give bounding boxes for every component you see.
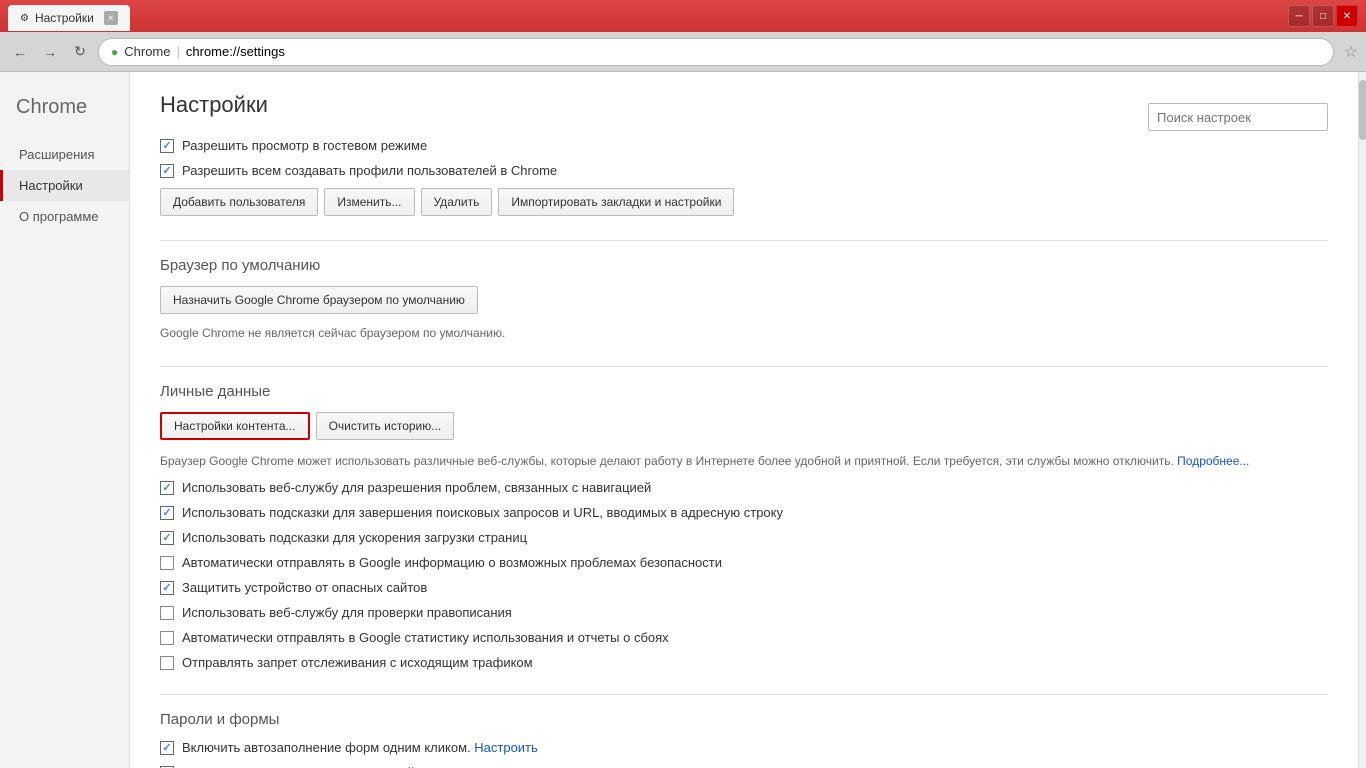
checkbox-guest-mode: Разрешить просмотр в гостевом режиме	[160, 138, 1328, 153]
personal-data-title: Личные данные	[160, 383, 1328, 400]
cb-autofill-label: Включить автозаполнение форм одним клико…	[182, 740, 538, 755]
tab-favicon: ⚙	[20, 13, 29, 24]
search-box	[1148, 103, 1328, 131]
scrollbar[interactable]	[1358, 72, 1366, 768]
passwords-section: Пароли и формы Включить автозаполнение ф…	[160, 711, 1328, 768]
cb-autofill-input[interactable]	[160, 741, 174, 755]
divider-2	[160, 366, 1328, 367]
search-input[interactable]	[1148, 103, 1328, 131]
main-settings-area: Настройки Разрешить просмотр в гостевом …	[130, 72, 1358, 768]
cb-page-prefetch: Использовать подсказки для ускорения заг…	[160, 530, 1328, 545]
checkbox-create-profiles-input[interactable]	[160, 164, 174, 178]
cb-usage-stats: Автоматически отправлять в Google статис…	[160, 630, 1328, 645]
sidebar-item-settings[interactable]: Настройки	[0, 170, 129, 201]
maximize-button[interactable]: □	[1312, 5, 1334, 27]
users-section: Разрешить просмотр в гостевом режиме Раз…	[160, 138, 1328, 216]
cb-page-prefetch-label: Использовать подсказки для ускорения заг…	[182, 530, 527, 545]
url-input[interactable]	[186, 44, 1321, 59]
address-bar[interactable]: ● Chrome |	[98, 38, 1334, 66]
import-bookmarks-button[interactable]: Импортировать закладки и настройки	[498, 188, 734, 216]
bookmark-star-icon[interactable]: ☆	[1344, 42, 1358, 62]
page-content: Chrome Расширения Настройки О программе …	[0, 72, 1366, 768]
reload-button[interactable]: ↻	[68, 40, 92, 64]
cb-security-info: Автоматически отправлять в Google информ…	[160, 555, 1328, 570]
autofill-settings-link[interactable]: Настроить	[474, 740, 538, 755]
divider-1	[160, 240, 1328, 241]
window-controls: ─ □ ✕	[1288, 5, 1358, 27]
forward-button[interactable]: →	[38, 40, 62, 64]
cb-dnt-input[interactable]	[160, 656, 174, 670]
edit-user-button[interactable]: Изменить...	[324, 188, 414, 216]
cb-usage-stats-label: Автоматически отправлять в Google статис…	[182, 630, 669, 645]
sidebar-item-about[interactable]: О программе	[0, 201, 129, 232]
set-default-browser-button[interactable]: Назначить Google Chrome браузером по умо…	[160, 286, 478, 314]
cb-autofill: Включить автозаполнение форм одним клико…	[160, 740, 1328, 755]
default-browser-section: Браузер по умолчанию Назначить Google Ch…	[160, 257, 1328, 342]
tab-title: Настройки	[35, 11, 94, 25]
delete-user-button[interactable]: Удалить	[421, 188, 493, 216]
cb-spellcheck-label: Использовать веб-службу для проверки пра…	[182, 605, 512, 620]
checkbox-guest-mode-input[interactable]	[160, 139, 174, 153]
tab-close-button[interactable]: ×	[104, 11, 118, 25]
cb-suggestions-input[interactable]	[160, 506, 174, 520]
sidebar-item-extensions[interactable]: Расширения	[0, 139, 129, 170]
details-link[interactable]: Подробнее...	[1177, 454, 1249, 468]
cb-safe-browsing-input[interactable]	[160, 581, 174, 595]
checkbox-create-profiles-label: Разрешить всем создавать профили пользов…	[182, 163, 557, 178]
cb-security-info-label: Автоматически отправлять в Google информ…	[182, 555, 722, 570]
close-button[interactable]: ✕	[1336, 5, 1358, 27]
cb-navigation-input[interactable]	[160, 481, 174, 495]
default-browser-description: Google Chrome не является сейчас браузер…	[160, 324, 1328, 342]
divider-3	[160, 694, 1328, 695]
url-separator: |	[177, 44, 180, 59]
add-user-button[interactable]: Добавить пользователя	[160, 188, 318, 216]
title-bar: ⚙ Настройки × ─ □ ✕	[0, 0, 1366, 32]
scrollbar-thumb[interactable]	[1359, 80, 1366, 140]
personal-data-section: Личные данные Настройки контента... Очис…	[160, 383, 1328, 670]
default-browser-title: Браузер по умолчанию	[160, 257, 1328, 274]
passwords-title: Пароли и формы	[160, 711, 1328, 728]
cb-navigation: Использовать веб-службу для разрешения п…	[160, 480, 1328, 495]
cb-safe-browsing: Защитить устройство от опасных сайтов	[160, 580, 1328, 595]
back-button[interactable]: ←	[8, 40, 32, 64]
content-settings-button[interactable]: Настройки контента...	[160, 412, 310, 440]
cb-security-info-input[interactable]	[160, 556, 174, 570]
personal-data-description: Браузер Google Chrome может использовать…	[160, 452, 1328, 470]
clear-history-button[interactable]: Очистить историю...	[316, 412, 455, 440]
sidebar: Chrome Расширения Настройки О программе	[0, 72, 130, 768]
user-buttons: Добавить пользователя Изменить... Удалит…	[160, 188, 1328, 216]
cb-page-prefetch-input[interactable]	[160, 531, 174, 545]
secure-icon: ●	[111, 45, 118, 59]
cb-suggestions: Использовать подсказки для завершения по…	[160, 505, 1328, 520]
cb-dnt-label: Отправлять запрет отслеживания с исходящ…	[182, 655, 533, 670]
cb-spellcheck: Использовать веб-службу для проверки пра…	[160, 605, 1328, 620]
checkbox-guest-mode-label: Разрешить просмотр в гостевом режиме	[182, 138, 427, 153]
cb-dnt: Отправлять запрет отслеживания с исходящ…	[160, 655, 1328, 670]
sidebar-logo: Chrome	[0, 88, 129, 139]
minimize-button[interactable]: ─	[1288, 5, 1310, 27]
cb-spellcheck-input[interactable]	[160, 606, 174, 620]
cb-navigation-label: Использовать веб-службу для разрешения п…	[182, 480, 651, 495]
brand-label: Chrome	[124, 44, 170, 59]
cb-safe-browsing-label: Защитить устройство от опасных сайтов	[182, 580, 427, 595]
cb-suggestions-label: Использовать подсказки для завершения по…	[182, 505, 783, 520]
nav-bar: ← → ↻ ● Chrome | ☆	[0, 32, 1366, 72]
personal-data-buttons: Настройки контента... Очистить историю..…	[160, 412, 1328, 440]
checkbox-create-profiles: Разрешить всем создавать профили пользов…	[160, 163, 1328, 178]
browser-tab[interactable]: ⚙ Настройки ×	[8, 5, 130, 31]
cb-usage-stats-input[interactable]	[160, 631, 174, 645]
